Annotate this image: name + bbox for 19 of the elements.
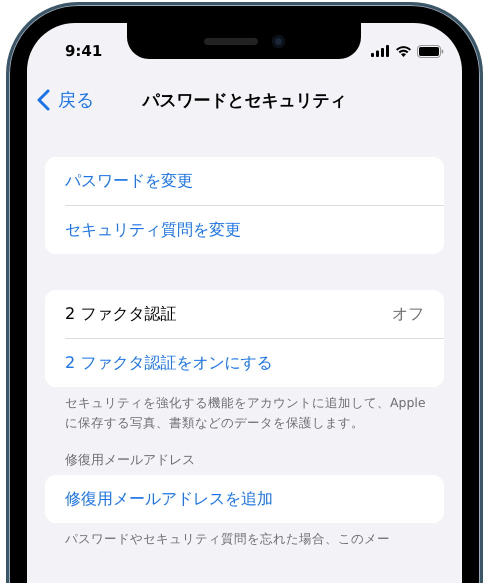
wifi-icon <box>395 45 412 57</box>
section-footer: セキュリティを強化する機能をアカウントに追加して、Apple に保存する写真、書類などのデータを保護します。 <box>45 387 444 433</box>
row-value: オフ <box>392 304 424 324</box>
link-row[interactable]: セキュリティ質問を変更 <box>45 206 444 254</box>
settings-row[interactable]: 2 ファクタ認証 オフ <box>45 290 444 338</box>
signal-icon <box>371 45 390 57</box>
chevron-left-icon <box>37 89 50 111</box>
link-row[interactable]: パスワードを変更 <box>45 157 444 205</box>
speaker-icon <box>204 38 258 44</box>
back-button[interactable]: 戻る <box>37 88 94 112</box>
section-footer: パスワードやセキュリティ質問を忘れた場合、このメー <box>45 523 444 549</box>
battery-icon <box>417 44 444 58</box>
row-label: 2 ファクタ認証 <box>65 304 176 324</box>
status-time: 9:41 <box>65 42 102 60</box>
camera-icon <box>272 34 284 48</box>
section-header: 修復用メールアドレス <box>64 452 196 470</box>
link-row[interactable]: 修復用メールアドレスを追加 <box>45 475 444 523</box>
link-row[interactable]: 2 ファクタ認証をオンにする <box>45 339 444 387</box>
nav-title: パスワードとセキュリティ <box>142 90 346 112</box>
